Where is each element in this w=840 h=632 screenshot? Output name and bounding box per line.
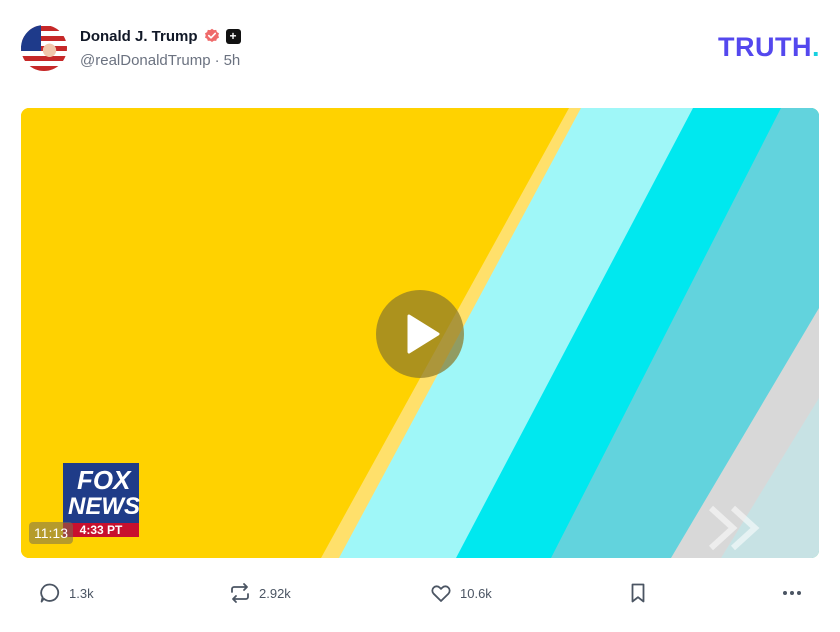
more-options-button[interactable] [780, 576, 804, 610]
post-action-bar: 1.3k 2.92k 10.6k [0, 576, 840, 610]
fox-news-bug: FOX NEWS [63, 463, 140, 525]
author-meta-row: @realDonaldTrump · 5h [80, 52, 240, 69]
fox-news-logo: FOX NEWS 4:33 PT [63, 463, 140, 539]
like-icon [431, 585, 451, 602]
logo-dot: . [811, 32, 820, 62]
play-button[interactable] [376, 290, 464, 378]
meta-separator: · [214, 52, 220, 69]
verified-icon [204, 28, 219, 42]
fox-news-time: 4:33 PT [63, 523, 139, 537]
video-player[interactable]: FOX NEWS 4:33 PT 11:13 [21, 108, 819, 558]
post-timestamp[interactable]: 5h [224, 52, 241, 69]
like-button[interactable]: 10.6k [429, 576, 492, 610]
reply-button[interactable]: 1.3k [38, 576, 94, 610]
reply-count: 1.3k [69, 585, 94, 601]
truth-social-logo[interactable]: TRUTH. [718, 32, 820, 63]
fox-news-line2: NEWS [68, 493, 140, 520]
play-icon [407, 314, 440, 354]
logo-text: TRUTH [718, 32, 812, 62]
bookmark-button[interactable] [626, 576, 650, 610]
like-count: 10.6k [460, 585, 492, 601]
author-name-row: Donald J. Trump + [80, 25, 241, 47]
avatar-flag-canton [21, 25, 41, 51]
author-handle[interactable]: @realDonaldTrump [80, 52, 211, 69]
fox-news-line1: FOX [77, 465, 131, 495]
bookmark-icon [631, 583, 645, 603]
author-display-name[interactable]: Donald J. Trump [80, 28, 198, 45]
more-icon [783, 591, 801, 595]
retruth-icon [231, 583, 249, 603]
post-header: Donald J. Trump + @realDonaldTrump · 5h … [0, 0, 840, 100]
retruth-count: 2.92k [259, 585, 291, 601]
avatar[interactable] [21, 25, 67, 71]
retruth-button[interactable]: 2.92k [228, 576, 291, 610]
reply-icon [40, 583, 60, 603]
video-duration: 11:13 [29, 522, 73, 544]
plus-badge-icon: + [225, 28, 241, 44]
